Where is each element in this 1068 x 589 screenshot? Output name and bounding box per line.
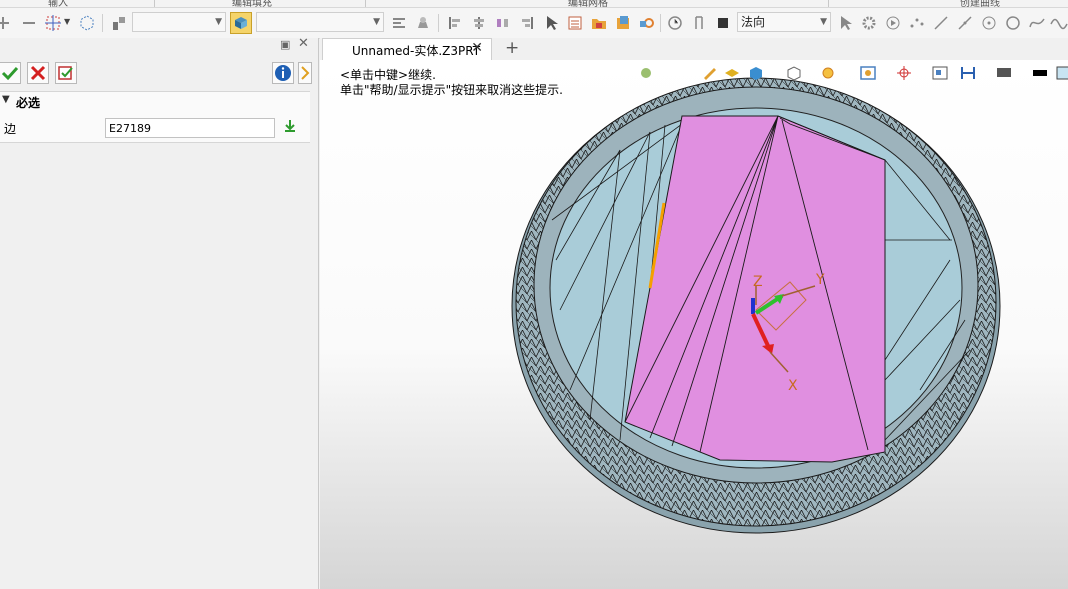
- align-center-icon[interactable]: [470, 14, 488, 32]
- gear-icon[interactable]: [860, 14, 878, 32]
- property-panel: ▣ ✕ ▼ 必选 边: [0, 36, 319, 589]
- collapse-triangle-icon: ▼: [2, 94, 10, 105]
- main-toolbar: ▼ ▼ ▼ 法向 ▼: [0, 8, 1068, 39]
- line-tool-icon[interactable]: [956, 14, 974, 32]
- edge-field[interactable]: [105, 118, 275, 138]
- restore-icon[interactable]: ▣: [280, 38, 290, 51]
- ribbon-group-labels: 输入 编辑填充 编辑网格 创建曲线: [0, 0, 1068, 8]
- filter-combo[interactable]: ▼: [132, 12, 226, 32]
- view-style-icon[interactable]: [638, 66, 654, 80]
- settings-icon[interactable]: [638, 14, 656, 32]
- apply-button[interactable]: [55, 62, 77, 84]
- triad-x-label: X: [788, 378, 798, 394]
- info-icon: [275, 65, 291, 81]
- triad-y-label: Y: [815, 272, 825, 288]
- line-icon[interactable]: [932, 14, 950, 32]
- align-right-icon[interactable]: [518, 14, 536, 32]
- wireframe-cube-icon[interactable]: [786, 66, 802, 80]
- wave-icon[interactable]: [1050, 14, 1068, 32]
- panel-actions: [0, 60, 318, 88]
- add-icon[interactable]: [0, 14, 12, 32]
- align-left-icon[interactable]: [446, 14, 464, 32]
- layer-icon[interactable]: [724, 66, 740, 80]
- pick-download-icon[interactable]: [282, 118, 298, 134]
- measure-icon[interactable]: [414, 14, 432, 32]
- color-black-icon[interactable]: [1032, 66, 1048, 80]
- clock-icon[interactable]: [666, 14, 684, 32]
- folder-open-icon[interactable]: [590, 14, 608, 32]
- play-icon[interactable]: [884, 14, 902, 32]
- pointer-icon[interactable]: [542, 14, 560, 32]
- background-color-icon[interactable]: [1056, 66, 1068, 80]
- selection-combo[interactable]: ▼: [256, 12, 384, 32]
- pick-mode-icon[interactable]: [230, 12, 252, 34]
- apply-icon: [58, 66, 73, 80]
- pencil-icon[interactable]: [702, 66, 718, 80]
- ribbon-label-curve: 创建曲线: [960, 0, 1000, 8]
- required-section-header[interactable]: ▼ 必选: [0, 91, 310, 113]
- close-icon[interactable]: ✕: [298, 36, 309, 51]
- shaded-cube-icon[interactable]: [748, 66, 764, 80]
- new-tab-button[interactable]: +: [505, 38, 519, 58]
- help-icon: [301, 66, 310, 80]
- display-icon[interactable]: [996, 66, 1012, 80]
- close-tab-icon[interactable]: ✕: [471, 40, 483, 56]
- section-view-icon[interactable]: [960, 66, 976, 80]
- export-icon[interactable]: [614, 14, 632, 32]
- section-title: 必选: [16, 96, 41, 110]
- direction-combo[interactable]: 法向 ▼: [737, 12, 831, 32]
- cursor-icon[interactable]: [836, 14, 854, 32]
- filter-icon[interactable]: [110, 14, 128, 32]
- info-button[interactable]: [272, 62, 294, 84]
- ok-button[interactable]: [0, 62, 21, 84]
- cancel-button[interactable]: [27, 62, 49, 84]
- circle-center-icon[interactable]: [980, 14, 998, 32]
- sun-icon[interactable]: [820, 66, 836, 80]
- spline-icon[interactable]: [1028, 14, 1046, 32]
- align-icon[interactable]: [390, 14, 408, 32]
- edge-row: 边: [0, 112, 310, 143]
- 3d-viewport[interactable]: <单击中键>继续. 单击"帮助/显示提示"按钮来取消这些提示. Z Y X: [320, 60, 1068, 589]
- minus-icon[interactable]: [20, 14, 38, 32]
- scatter-points-icon[interactable]: [908, 14, 926, 32]
- hexagon-icon[interactable]: [78, 14, 96, 32]
- camera-icon[interactable]: [860, 66, 876, 80]
- bracket-icon[interactable]: [690, 14, 708, 32]
- stop-icon[interactable]: [714, 14, 732, 32]
- model-view[interactable]: Z Y X: [320, 60, 1068, 589]
- cross-icon: [30, 65, 46, 81]
- help-button[interactable]: [298, 62, 312, 84]
- document-tabbar: Unnamed-实体.Z3PRT ✕ +: [320, 38, 1068, 60]
- circle-icon[interactable]: [1004, 14, 1022, 32]
- panel-titlebar: ▣ ✕: [0, 36, 318, 55]
- crosshair-icon[interactable]: [896, 66, 912, 80]
- document-tab-title: Unnamed-实体.Z3PRT: [352, 44, 481, 58]
- list-icon[interactable]: [566, 14, 584, 32]
- document-tab[interactable]: Unnamed-实体.Z3PRT ✕: [322, 38, 492, 60]
- distribute-icon[interactable]: [494, 14, 512, 32]
- ribbon-label-mesh: 编辑网格: [568, 0, 608, 8]
- dropdown-arrow-icon[interactable]: ▼: [64, 17, 70, 26]
- edge-label: 边: [4, 122, 17, 136]
- ribbon-label-fill: 编辑填充: [232, 0, 272, 8]
- check-icon: [1, 66, 19, 81]
- triad-z-label: Z: [753, 274, 763, 290]
- grid-point-icon[interactable]: [44, 14, 62, 32]
- ribbon-label-input: 输入: [48, 0, 68, 8]
- fit-view-icon[interactable]: [932, 66, 948, 80]
